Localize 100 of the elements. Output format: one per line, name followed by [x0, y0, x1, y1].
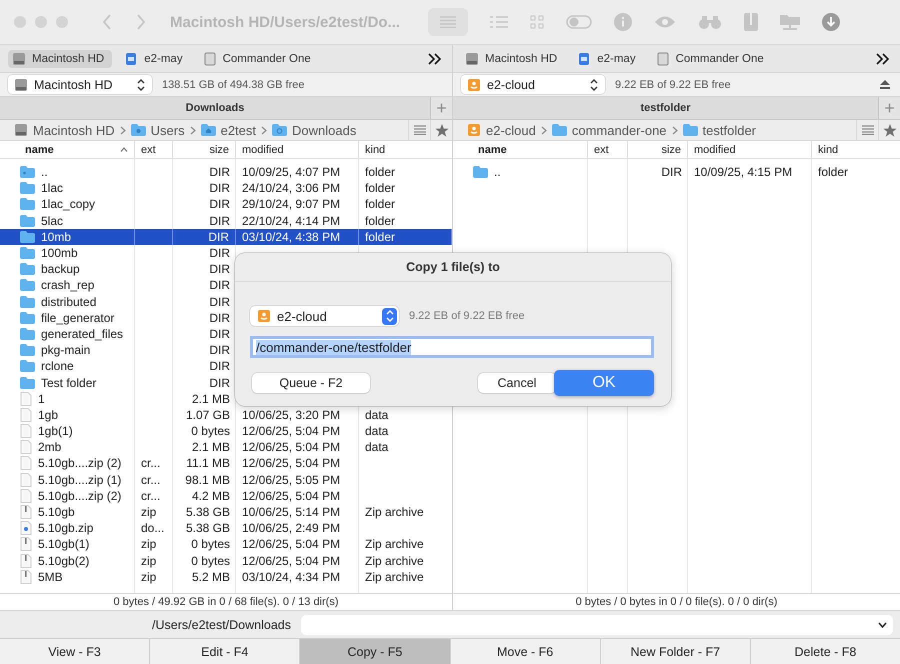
- list-view-icon: [440, 16, 456, 28]
- download-icon[interactable]: [822, 13, 840, 31]
- more-icon[interactable]: [428, 52, 442, 64]
- star-icon[interactable]: [882, 124, 896, 136]
- file-name: pkg-main: [41, 343, 90, 358]
- column-header[interactable]: name: [453, 141, 588, 158]
- file-row[interactable]: 5lac DIR 22/10/24, 4:14 PM folder: [0, 212, 452, 229]
- column-header[interactable]: kind: [812, 141, 900, 158]
- drive-selector[interactable]: e2-cloud: [461, 75, 605, 94]
- table-cell: 10/06/25, 5:14 PM: [242, 505, 340, 520]
- archive-icon[interactable]: [744, 13, 758, 31]
- table-cell: 12/06/25, 5:04 PM: [242, 424, 340, 438]
- panel-tab[interactable]: Downloads: [0, 97, 430, 119]
- zip-file-icon: [20, 570, 32, 584]
- file-row[interactable]: .. DIR 10/09/25, 4:07 PM folder: [0, 164, 452, 180]
- column-header[interactable]: size: [173, 141, 236, 158]
- function-key-button[interactable]: New Folder - F7: [600, 639, 751, 664]
- file-row[interactable]: 1lac DIR 24/10/24, 3:06 PM folder: [0, 180, 452, 196]
- file-row[interactable]: rclone DIR: [0, 358, 452, 374]
- column-header[interactable]: ext: [588, 141, 628, 158]
- queue-button[interactable]: Queue - F2: [252, 373, 370, 393]
- column-header[interactable]: size: [628, 141, 688, 158]
- breadcrumb-item[interactable]: testfolder: [682, 122, 756, 138]
- drive-selector[interactable]: e2-cloud: [250, 306, 399, 326]
- favorite-item[interactable]: Commander One: [198, 50, 319, 68]
- network-folder-icon[interactable]: [780, 13, 800, 31]
- breadcrumb-item[interactable]: Macintosh HD: [14, 122, 115, 138]
- window-control-icon[interactable]: [35, 16, 47, 28]
- function-key-button[interactable]: Delete - F8: [750, 639, 900, 664]
- file-name: 10mb: [41, 230, 72, 244]
- file-row[interactable]: 5.10gb.zip do... 5.38 GB 10/06/25, 2:49 PM: [0, 520, 452, 536]
- detail-view-icon[interactable]: [490, 15, 508, 29]
- file-row[interactable]: 1lac_copy DIR 29/10/24, 9:07 PM folder: [0, 196, 452, 213]
- function-key-button[interactable]: Copy - F5: [300, 639, 451, 664]
- list-view-button[interactable]: [428, 8, 468, 36]
- file-name: 5MB: [38, 570, 63, 584]
- file-row[interactable]: 1gb(1) 0 bytes 12/06/25, 5:04 PM data: [0, 423, 452, 440]
- sort-ascending-icon[interactable]: [120, 147, 128, 152]
- file-row[interactable]: 1gb 1.07 GB 10/06/25, 3:20 PM data: [0, 406, 452, 423]
- table-cell: DIR: [661, 165, 682, 180]
- table-cell: 12/06/25, 5:04 PM: [242, 440, 340, 454]
- file-row[interactable]: 5.10gb....zip (2) cr... 11.1 MB 12/06/25, 5:04 PM: [0, 455, 452, 472]
- favorite-item[interactable]: Macintosh HD: [8, 50, 112, 68]
- cancel-button[interactable]: Cancel: [478, 373, 556, 393]
- breadcrumb-item[interactable]: commander-one: [552, 122, 667, 138]
- column-header[interactable]: modified: [688, 141, 812, 158]
- file-row[interactable]: 5.10gb(1) zip 0 bytes 12/06/25, 5:04 PM Zip archive: [0, 536, 452, 552]
- grid-view-icon[interactable]: [530, 15, 544, 29]
- forward-icon[interactable]: [136, 14, 146, 30]
- file-row[interactable]: 2mb 2.1 MB 12/06/25, 5:04 PM data: [0, 439, 452, 456]
- table-cell: DIR: [209, 294, 230, 309]
- dropdown-icon[interactable]: [878, 622, 886, 628]
- info-icon[interactable]: [614, 13, 632, 31]
- table-cell: DIR: [209, 197, 230, 212]
- table-cell: DIR: [209, 310, 230, 325]
- back-icon[interactable]: [102, 14, 112, 30]
- command-field[interactable]: [301, 614, 893, 634]
- file-row[interactable]: 1 2.1 MB: [0, 390, 452, 407]
- panel-tab[interactable]: testfolder: [453, 97, 878, 119]
- breadcrumb-item[interactable]: e2test: [200, 122, 256, 138]
- selected-row[interactable]: 10mb DIR 03/10/24, 4:38 PM folder: [0, 228, 452, 245]
- file-row[interactable]: 5.10gb....zip (2) cr... 4.2 MB 12/06/25, 5:04 PM: [0, 488, 452, 504]
- star-icon[interactable]: [434, 124, 448, 136]
- ok-button[interactable]: OK: [554, 370, 654, 396]
- file-row[interactable]: 5.10gb....zip (1) cr... 98.1 MB 12/06/25, 5:05 PM: [0, 472, 452, 488]
- file-row[interactable]: 5.10gb zip 5.38 GB 10/06/25, 5:14 PM Zip archive: [0, 504, 452, 520]
- file-row[interactable]: 5.10gb(2) zip 0 bytes 12/06/25, 5:04 PM Zip archive: [0, 552, 452, 569]
- column-header[interactable]: name: [0, 141, 135, 158]
- table-cell: 11.1 MB: [186, 456, 230, 470]
- file-row[interactable]: .. DIR 10/09/25, 4:15 PM folder: [453, 164, 900, 180]
- eye-icon[interactable]: [654, 15, 676, 29]
- favorite-item[interactable]: Commander One: [652, 50, 772, 68]
- window-control-icon[interactable]: [56, 16, 68, 28]
- table-cell: 5.38 GB: [186, 505, 230, 520]
- function-key-button[interactable]: Edit - F4: [150, 639, 300, 664]
- breadcrumb-item[interactable]: Users: [130, 122, 185, 138]
- column-header[interactable]: modified: [236, 141, 359, 158]
- function-key-button[interactable]: Move - F6: [450, 639, 601, 664]
- favorite-item[interactable]: e2-may: [120, 50, 191, 68]
- file-name: 1lac: [41, 181, 64, 196]
- more-icon[interactable]: [876, 52, 890, 64]
- window-control-icon[interactable]: [14, 16, 26, 28]
- drive-selector[interactable]: Macintosh HD: [8, 75, 152, 94]
- breadcrumb-item[interactable]: Downloads: [272, 122, 356, 138]
- table-cell: cr...: [141, 456, 160, 470]
- favorite-item[interactable]: Macintosh HD: [461, 50, 566, 68]
- list-icon[interactable]: [414, 125, 426, 135]
- breadcrumb-item[interactable]: e2-cloud: [467, 122, 536, 138]
- binoculars-icon[interactable]: [698, 14, 722, 30]
- toggle-icon[interactable]: [566, 15, 592, 29]
- column-header[interactable]: ext: [135, 141, 173, 158]
- eject-icon[interactable]: [880, 80, 890, 89]
- table-cell: DIR: [209, 262, 230, 276]
- function-key-button[interactable]: View - F3: [0, 639, 150, 664]
- file-row[interactable]: 5MB zip 5.2 MB 03/10/24, 4:34 PM Zip archive: [0, 568, 452, 585]
- favorite-item[interactable]: e2-may: [573, 50, 644, 68]
- column-header[interactable]: kind: [359, 141, 452, 158]
- list-icon[interactable]: [862, 125, 874, 135]
- hard-drive-icon: [14, 123, 28, 137]
- path-field[interactable]: /commander-one/testfolder: [250, 336, 654, 358]
